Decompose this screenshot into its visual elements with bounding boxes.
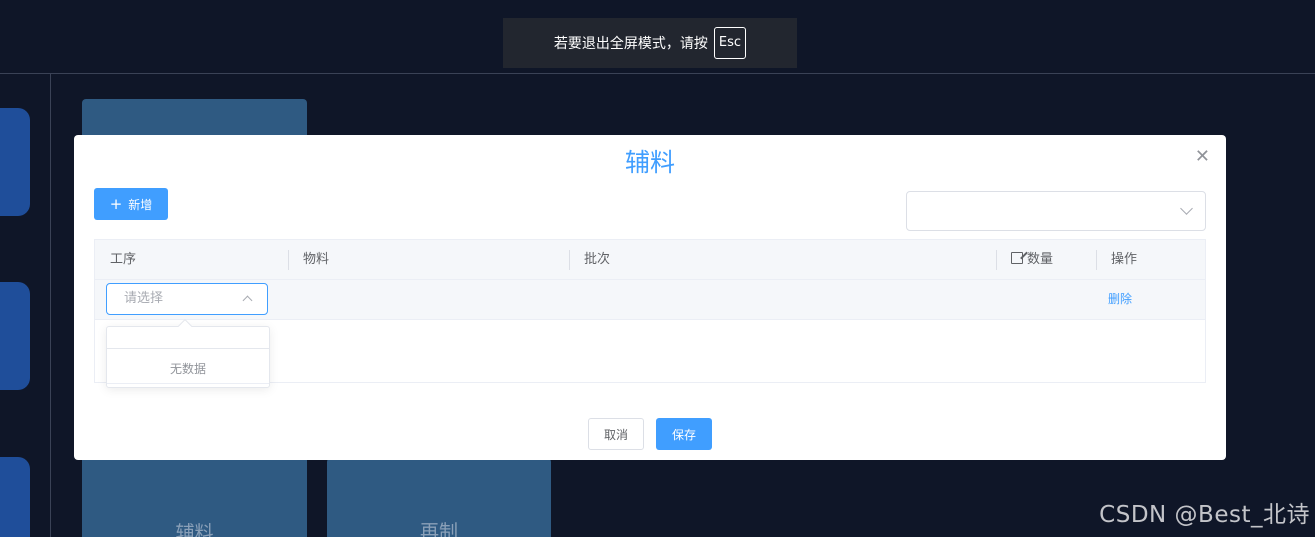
delete-row-link[interactable]: 删除 <box>1108 280 1132 318</box>
column-header-batch: 批次 <box>584 252 611 267</box>
column-header-process: 工序 <box>110 252 137 267</box>
side-tab-3[interactable] <box>0 457 30 537</box>
save-button[interactable]: 保存 <box>656 418 712 450</box>
dialog-title: 辅料 <box>624 148 675 177</box>
cancel-button[interactable]: 取消 <box>588 418 644 450</box>
table-row: 请选择 删除 <box>95 280 1205 320</box>
add-button-label: 新增 <box>128 197 153 212</box>
process-select-placeholder: 请选择 <box>124 291 164 306</box>
auxiliary-dialog: 辅料 ✕ + 新增 工序 物料 批次 数量 操作 请选择 删除 无数据 取消 保… <box>74 135 1226 460</box>
chevron-up-icon <box>242 295 253 306</box>
fullscreen-notice-text: 若要退出全屏模式，请按 <box>553 36 708 52</box>
top-select[interactable] <box>906 191 1206 231</box>
esc-key-badge: Esc <box>713 27 747 59</box>
chevron-down-icon <box>1180 202 1193 215</box>
dropdown-empty-text: 无数据 <box>169 362 206 376</box>
watermark: CSDN @Best_北诗 <box>1099 502 1310 528</box>
dropdown-divider <box>107 383 269 384</box>
side-tab-2[interactable] <box>0 282 30 390</box>
side-tab-1[interactable] <box>0 108 30 216</box>
bg-card-label: 辅料 <box>175 522 214 537</box>
plus-icon: + <box>109 195 123 213</box>
process-dropdown: 无数据 <box>106 318 270 388</box>
column-header-quantity-label: 数量 <box>1027 252 1054 267</box>
column-header-material: 物料 <box>303 252 330 267</box>
add-button[interactable]: + 新增 <box>94 188 168 220</box>
header-divider <box>0 73 1315 74</box>
dropdown-divider <box>107 348 269 349</box>
table-header: 工序 物料 批次 数量 操作 <box>95 240 1205 280</box>
edit-icon <box>1011 252 1023 264</box>
bg-card-label: 再制 <box>419 521 458 537</box>
process-select[interactable]: 请选择 <box>106 283 268 315</box>
close-icon[interactable]: ✕ <box>1195 147 1210 167</box>
column-header-actions: 操作 <box>1111 252 1138 267</box>
column-header-quantity: 数量 <box>996 240 1053 280</box>
bg-card-remake[interactable]: 再制 <box>327 458 551 537</box>
sidebar-divider <box>50 73 51 537</box>
fullscreen-notice: 若要退出全屏模式，请按 Esc <box>503 18 797 68</box>
